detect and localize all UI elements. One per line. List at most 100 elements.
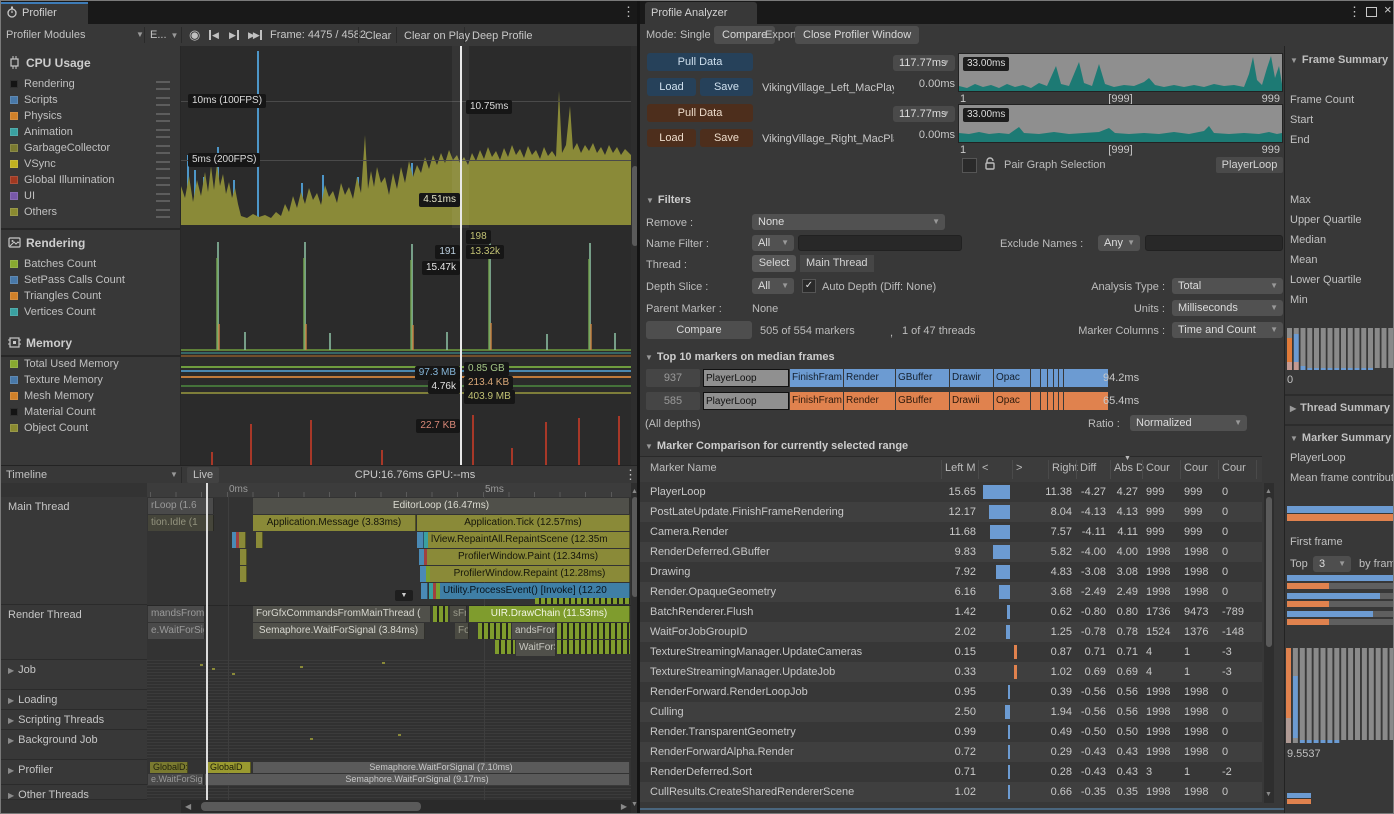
module-header-rendering[interactable]: Rendering bbox=[0, 220, 180, 256]
table-row[interactable]: BatchRenderer.Flush 1.42 0.62 -0.80 0.80… bbox=[640, 602, 1262, 622]
top10-marker-segment[interactable] bbox=[1031, 392, 1040, 410]
flame-segment[interactable] bbox=[417, 532, 424, 548]
flame-segment[interactable]: Fo bbox=[455, 623, 469, 639]
flame-segment[interactable]: tion.Idle (1 bbox=[148, 515, 214, 531]
top10-marker-segment[interactable]: Opac bbox=[994, 392, 1030, 410]
thread-row-label[interactable]: ▶Background Job bbox=[0, 730, 147, 760]
top10-left-frame-id[interactable]: 937 bbox=[646, 369, 700, 387]
flame-segment[interactable]: EditorLoop (16.47ms) bbox=[253, 498, 630, 514]
auto-depth-checkbox[interactable]: ✓ bbox=[802, 279, 816, 293]
top10-right-bar[interactable]: PlayerLoopFinishFramRenderGBufferDrawiiO… bbox=[703, 392, 1109, 410]
name-filter-mode-dropdown[interactable]: All▼ bbox=[752, 235, 794, 251]
scroll-left-icon[interactable]: ◀ bbox=[185, 800, 191, 813]
module-item[interactable]: Batches Count bbox=[0, 256, 180, 272]
thread-row-label[interactable]: ▶Job bbox=[0, 660, 147, 690]
top10-marker-segment[interactable] bbox=[1054, 369, 1058, 387]
top10-marker-segment[interactable] bbox=[1041, 392, 1047, 410]
module-item[interactable]: Total Used Memory bbox=[0, 356, 180, 372]
table-row[interactable]: PostLateUpdate.FinishFrameRendering 12.1… bbox=[640, 502, 1262, 522]
module-item[interactable]: SetPass Calls Count bbox=[0, 272, 180, 288]
analysis-type-dropdown[interactable]: Total▼ bbox=[1172, 278, 1283, 294]
flame-segment[interactable]: Semaphore.WaitForSignal (9.17ms) bbox=[205, 774, 630, 785]
load-left-button[interactable]: Load bbox=[647, 78, 696, 96]
flame-segment[interactable] bbox=[421, 583, 428, 599]
name-filter-input[interactable] bbox=[798, 235, 962, 251]
table-row[interactable]: RenderForwardAlpha.Render 0.72 0.29 -0.4… bbox=[640, 742, 1262, 762]
top10-marker-segment[interactable]: Opac bbox=[994, 369, 1030, 387]
drag-handle-icon[interactable] bbox=[156, 113, 170, 122]
drag-handle-icon[interactable] bbox=[156, 145, 170, 154]
flame-segment[interactable]: Semaphore.WaitForSignal (3.84ms) bbox=[253, 623, 425, 639]
rendering-chart[interactable] bbox=[181, 228, 631, 362]
thread-row-label[interactable]: Render Thread bbox=[0, 605, 147, 660]
flame-segment[interactable]: lView.RepaintAll.RepaintScene (12.35m bbox=[428, 532, 630, 548]
drag-handle-icon[interactable] bbox=[156, 209, 170, 218]
drag-handle-icon[interactable] bbox=[156, 97, 170, 106]
ratio-dropdown[interactable]: Normalized▼ bbox=[1130, 415, 1247, 431]
lock-icon[interactable] bbox=[984, 157, 996, 171]
flame-segment[interactable] bbox=[239, 532, 246, 548]
module-item[interactable]: Object Count bbox=[0, 420, 180, 436]
top10-marker-segment[interactable] bbox=[1064, 392, 1108, 410]
col-marker-name[interactable]: Marker Name bbox=[650, 462, 930, 474]
table-row[interactable]: Render.TransparentGeometry 0.99 0.49 -0.… bbox=[640, 722, 1262, 742]
top10-marker-segment[interactable] bbox=[1054, 392, 1058, 410]
top10-marker-segment[interactable]: Drawii bbox=[950, 392, 993, 410]
foldout-arrow-icon[interactable]: ▶ bbox=[8, 696, 14, 705]
module-item[interactable]: Triangles Count bbox=[0, 288, 180, 304]
editor-target-dropdown[interactable]: E...▼ bbox=[150, 24, 178, 47]
module-item[interactable]: Texture Memory bbox=[0, 372, 180, 388]
table-row[interactable]: RenderDeferred.Sort 0.71 0.28 -0.43 0.43… bbox=[640, 762, 1262, 782]
thread-summary-header[interactable]: ▶Thread Summary bbox=[1290, 402, 1390, 414]
top10-section-header[interactable]: ▼Top 10 markers on median frames bbox=[645, 351, 835, 363]
thread-select-button[interactable]: Select bbox=[752, 255, 796, 272]
module-item[interactable]: Mesh Memory bbox=[0, 388, 180, 404]
mode-single-button[interactable]: Single bbox=[680, 24, 711, 46]
flame-segment[interactable]: GlobalD: bbox=[150, 762, 188, 773]
record-icon[interactable]: ◉ bbox=[189, 24, 200, 46]
table-row[interactable]: TextureStreamingManager.UpdateCameras 0.… bbox=[640, 642, 1262, 662]
collapse-arrow[interactable]: ▼ bbox=[395, 590, 413, 601]
flame-segment[interactable]: GlobalD bbox=[207, 762, 251, 773]
flame-segment[interactable] bbox=[240, 566, 247, 582]
top10-marker-segment[interactable]: Drawir bbox=[950, 369, 993, 387]
top10-marker-segment[interactable]: FinishFram bbox=[790, 392, 843, 410]
timeline-view-dropdown[interactable]: Timeline bbox=[6, 466, 47, 484]
close-profiler-window-button[interactable]: Close Profiler Window bbox=[795, 26, 919, 44]
flame-segment[interactable]: ProfilerWindow.Repaint (12.28ms) bbox=[430, 566, 630, 582]
skip-to-first-frame-button[interactable]: ◀ bbox=[209, 24, 219, 46]
col-count-right[interactable]: Cour bbox=[1184, 462, 1216, 474]
compare-button[interactable]: Compare bbox=[646, 321, 752, 339]
module-item[interactable]: Animation bbox=[0, 124, 180, 140]
save-left-button[interactable]: Save bbox=[700, 78, 753, 96]
memory-chart[interactable] bbox=[181, 360, 631, 465]
next-frame-button[interactable]: ▶ bbox=[229, 24, 239, 46]
pair-graph-checkbox[interactable] bbox=[962, 158, 977, 173]
module-item[interactable]: Physics bbox=[0, 108, 180, 124]
clear-button[interactable]: Clear bbox=[359, 24, 397, 46]
module-item[interactable]: GarbageCollector bbox=[0, 140, 180, 156]
table-row[interactable]: Drawing 7.92 4.83 -3.08 3.08 1998 1998 0 bbox=[640, 562, 1262, 582]
foldout-arrow-icon[interactable]: ▶ bbox=[8, 716, 14, 725]
top10-left-bar[interactable]: PlayerLoopFinishFramRenderGBufferDrawirO… bbox=[703, 369, 1109, 387]
kebab-icon[interactable]: ⋮ bbox=[1348, 1, 1361, 23]
foldout-arrow-icon[interactable]: ▶ bbox=[8, 736, 14, 745]
top10-marker-segment[interactable]: Render bbox=[844, 369, 895, 387]
thread-row-label[interactable]: Main Thread bbox=[0, 497, 147, 605]
module-item[interactable]: Vertices Count bbox=[0, 304, 180, 320]
thread-row-label[interactable]: ▶Loading bbox=[0, 690, 147, 710]
load-right-button[interactable]: Load bbox=[647, 129, 696, 147]
module-header-memory[interactable]: Memory bbox=[0, 320, 180, 356]
drag-handle-icon[interactable] bbox=[156, 81, 170, 90]
scroll-down-icon[interactable]: ▼ bbox=[1265, 788, 1272, 801]
flame-segment[interactable]: Application.Tick (12.57ms) bbox=[417, 515, 630, 531]
flame-segment[interactable]: ProfilerWindow.Paint (12.34ms) bbox=[427, 549, 630, 565]
scroll-right-icon[interactable]: ▶ bbox=[621, 800, 627, 813]
col-right-bar[interactable]: > bbox=[1016, 462, 1044, 474]
top10-marker-segment[interactable] bbox=[1059, 369, 1063, 387]
flame-segment[interactable]: ForGfxCommandsFromMainThread ( bbox=[253, 606, 431, 622]
flame-segment[interactable]: andsFrom bbox=[512, 623, 556, 639]
module-item[interactable]: Global Illumination bbox=[0, 172, 180, 188]
tab-profiler[interactable]: Profiler bbox=[0, 2, 88, 24]
module-item[interactable]: Rendering bbox=[0, 76, 180, 92]
